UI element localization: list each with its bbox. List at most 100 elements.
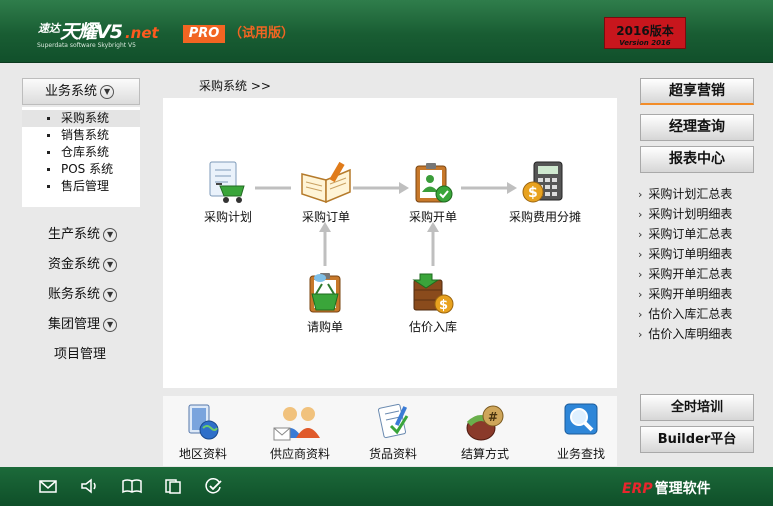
chevron-right-icon: › [638, 188, 643, 201]
tool-business-search-label: 业务查找 [556, 447, 605, 461]
logo-cn-text: 速达 [38, 22, 60, 35]
nav-funds-system[interactable]: 资金系统 ▼ [48, 253, 118, 272]
report-item[interactable]: › 采购计划明细表 [638, 204, 732, 224]
flow-purchase-cost-label: 采购费用分摊 [508, 210, 581, 224]
tool-goods-data-label: 货品资料 [368, 447, 417, 461]
flow-purchase-order[interactable]: 采购订单 [281, 160, 371, 225]
goods-data-icon [377, 403, 409, 439]
basic-data-toolbar: 地区资料 供应商资料 货品资料 # 结算方式 业务查找 [163, 396, 617, 466]
report-item[interactable]: › 采购订单明细表 [638, 244, 732, 264]
submenu-sales[interactable]: 销售系统 [22, 127, 140, 144]
chevron-right-icon: › [638, 208, 643, 221]
documents-icon[interactable] [164, 478, 182, 497]
report-item-label: 采购订单汇总表 [648, 227, 733, 241]
supplier-users-icon [273, 407, 320, 441]
report-item-label: 采购开单明细表 [648, 287, 733, 301]
check-circle-icon[interactable] [205, 478, 223, 497]
footer-bar: ERP 管理软件 [0, 467, 773, 506]
flow-purchase-cost[interactable]: $ 采购费用分摊 [490, 160, 600, 225]
tool-settlement-method-label: 结算方式 [460, 447, 509, 461]
svg-text:#: # [488, 410, 498, 424]
erp-text: ERP [622, 481, 653, 497]
erp-brand: ERP 管理软件 [622, 478, 711, 498]
speaker-icon[interactable] [80, 478, 98, 497]
tool-region-data-label: 地区资料 [178, 447, 227, 461]
book-icon[interactable] [122, 478, 142, 497]
nav-group-management[interactable]: 集团管理 ▼ [48, 313, 118, 332]
chevron-right-icon: › [638, 328, 643, 341]
app-logo: 速达天耀V5 .net [38, 17, 159, 44]
app-header: 速达天耀V5 .net Superdata software Skybright … [0, 0, 773, 63]
report-item-label: 采购计划明细表 [648, 207, 733, 221]
logo-suffix-text: .net [124, 24, 159, 42]
edition-badge: PRO [183, 25, 225, 43]
report-item[interactable]: › 估价入库明细表 [638, 324, 732, 344]
tool-supplier-data[interactable]: 供应商资料 [255, 402, 345, 462]
submenu-warehouse[interactable]: 仓库系统 [22, 144, 140, 161]
flow-purchase-plan[interactable]: 采购计划 [183, 160, 273, 225]
estimate-stock-icon: $ [412, 273, 454, 314]
submenu-pos[interactable]: POS 系统 [22, 161, 140, 178]
nav-accounting-label: 账务系统 [48, 287, 101, 302]
flow-purchase-request[interactable]: 请购单 [280, 270, 370, 335]
purchase-order-icon [301, 161, 351, 204]
training-button[interactable]: 全时培训 [640, 394, 754, 421]
svg-text:$: $ [439, 298, 448, 313]
super-marketing-button[interactable]: 超享营销 [640, 78, 754, 105]
chevron-right-icon: › [638, 288, 643, 301]
flow-purchase-open[interactable]: 采购开单 [388, 160, 478, 225]
calculator-icon: $ [522, 161, 563, 203]
tool-goods-data[interactable]: 货品资料 [353, 402, 433, 462]
report-item[interactable]: › 采购计划汇总表 [638, 184, 732, 204]
svg-text:$: $ [528, 185, 538, 201]
nav-production-system[interactable]: 生产系统 ▼ [48, 223, 118, 242]
submenu-aftersales[interactable]: 售后管理 [22, 178, 140, 195]
flow-purchase-plan-label: 采购计划 [203, 210, 252, 224]
version-year: 2016版本 [616, 24, 674, 38]
erp-caption: 管理软件 [654, 481, 711, 497]
builder-platform-button[interactable]: Builder平台 [640, 426, 754, 453]
nav-accounting-system[interactable]: 账务系统 ▼ [48, 283, 118, 302]
report-center-button[interactable]: 报表中心 [640, 146, 754, 173]
chevron-right-icon: › [638, 228, 643, 241]
nav-production-label: 生产系统 [48, 227, 101, 242]
chevron-right-icon: › [638, 268, 643, 281]
flow-estimate-stock-in[interactable]: $ 估价入库 [388, 270, 478, 335]
report-list: › 采购计划汇总表 › 采购计划明细表 › 采购订单汇总表 › 采购订单明细表 › 采购开… [638, 184, 732, 344]
report-item[interactable]: › 估价入库汇总表 [638, 304, 732, 324]
purchase-plan-icon [209, 161, 245, 203]
report-item[interactable]: › 采购开单汇总表 [638, 264, 732, 284]
report-item-label: 估价入库汇总表 [648, 307, 733, 321]
chevron-right-icon: › [638, 248, 643, 261]
report-item-label: 采购计划汇总表 [648, 187, 733, 201]
report-item[interactable]: › 采购订单汇总表 [638, 224, 732, 244]
nav-business-system[interactable]: 业务系统 ▼ [22, 78, 140, 105]
flow-purchase-request-label: 请购单 [306, 320, 343, 334]
search-icon [564, 403, 598, 435]
report-item-label: 采购开单汇总表 [648, 267, 733, 281]
tool-region-data[interactable]: 地区资料 [163, 402, 243, 462]
report-item[interactable]: › 采购开单明细表 [638, 284, 732, 304]
version-english: Version 2016 [619, 39, 671, 47]
version-badge: 2016版本 Version 2016 [604, 17, 686, 49]
tool-settlement-method[interactable]: # 结算方式 [445, 402, 525, 462]
purchase-request-icon [309, 273, 341, 313]
settlement-money-icon: # [466, 405, 504, 441]
nav-project-management[interactable]: 项目管理 [54, 343, 106, 362]
purchase-flow-panel: 采购计划 采购订单 采购开单 $ 采购费用分摊 请购单 $ 估价入库 [163, 98, 617, 388]
submenu-purchase[interactable]: 采购系统 [22, 110, 140, 127]
report-item-label: 采购订单明细表 [648, 247, 733, 261]
purchase-invoice-icon [415, 163, 453, 203]
flow-connectors [255, 182, 517, 266]
manager-query-button[interactable]: 经理查询 [640, 114, 754, 141]
nav-business-system-label: 业务系统 [45, 84, 98, 99]
chevron-down-icon: ▼ [103, 228, 118, 242]
chevron-down-icon: ▼ [100, 85, 115, 99]
report-item-label: 估价入库明细表 [648, 327, 733, 341]
nav-funds-label: 资金系统 [48, 257, 101, 272]
chevron-down-icon: ▼ [103, 258, 118, 272]
tool-business-search[interactable]: 业务查找 [541, 402, 621, 462]
region-data-icon [188, 404, 219, 440]
mail-icon[interactable] [39, 478, 57, 497]
business-submenu: 采购系统 销售系统 仓库系统 POS 系统 售后管理 [22, 107, 140, 207]
